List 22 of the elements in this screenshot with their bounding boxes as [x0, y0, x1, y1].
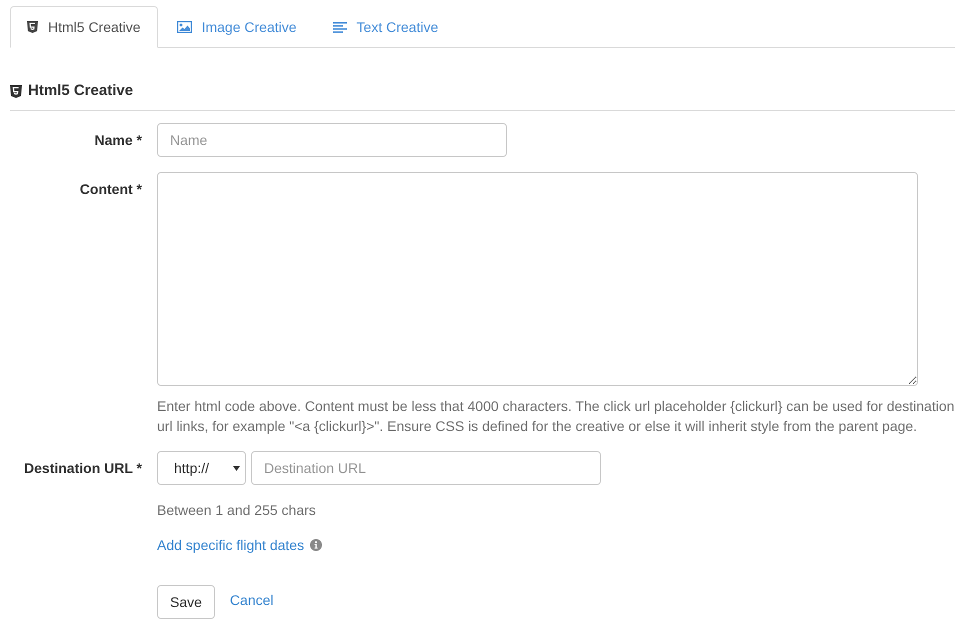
field-label: Destination URL * — [24, 459, 142, 478]
help-text: Enter html code above. Content must be less that 4000 characters. The click url placeholder {clickurl} can be used for destination url links, for example "<a {clickurl}>". Ensure CSS is defined for the creative or else it will inherit style from the parent page. — [157, 397, 955, 436]
section-title: Html5 Creative — [28, 81, 134, 101]
cancel-link[interactable]: Cancel — [230, 590, 274, 610]
url-field[interactable]: Destination URL — [251, 451, 601, 485]
save-button[interactable]: Save — [157, 585, 215, 619]
protocol-select[interactable]: http:// — [157, 451, 246, 485]
field-label: Name * — [94, 131, 142, 150]
tab[interactable]: Image Creative — [160, 6, 314, 48]
html5-shield-icon — [27, 21, 38, 33]
tab[interactable]: Html5 Creative — [10, 6, 158, 48]
html5-shield-icon — [10, 84, 22, 98]
caret-icon — [233, 466, 240, 470]
help-text: Between 1 and 255 chars — [157, 501, 317, 520]
name-field[interactable]: Name — [157, 123, 507, 157]
info-icon — [310, 539, 322, 551]
align-left-lines-icon — [332, 22, 347, 32]
tab[interactable]: Text Creative — [316, 6, 456, 48]
field-label: Content * — [80, 180, 142, 199]
image-icon — [176, 21, 192, 33]
content-field[interactable] — [157, 172, 918, 386]
flight-dates-link[interactable]: Add specific flight dates — [157, 535, 304, 555]
